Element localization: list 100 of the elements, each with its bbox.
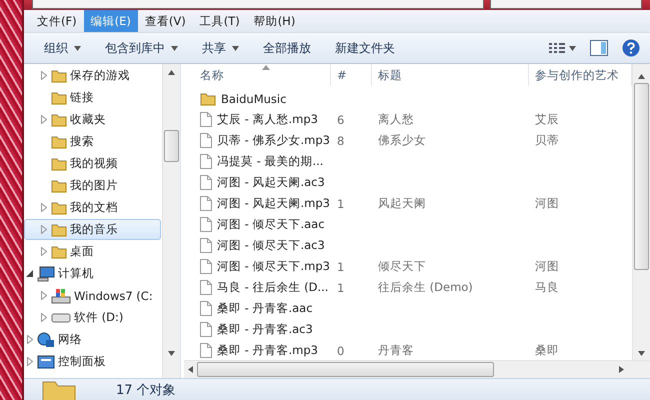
file-name-cell[interactable]: BaiduMusic (184, 92, 331, 106)
title-cell-text: 佛系少女 (377, 133, 427, 148)
column-header[interactable]: 名称 (184, 64, 331, 86)
search-field[interactable] (490, 0, 642, 9)
nav-tree-item[interactable]: Windows7 (C: (24, 285, 161, 306)
artist-cell-text: 河图 (534, 196, 560, 211)
caret-icon (569, 46, 576, 50)
file-name-cell[interactable]: 桑即 - 丹青客.aac (184, 301, 331, 316)
file-name-cell[interactable]: 贝蒂 - 佛系少女.mp3 (184, 133, 331, 148)
scroll-down-icon[interactable] (638, 351, 645, 356)
nav-tree-item[interactable]: 网络 (24, 329, 161, 350)
nav-label: 我的视频 (70, 156, 118, 171)
scrollbar[interactable] (632, 64, 650, 360)
nav-label: 保存的游戏 (70, 68, 130, 83)
artist-cell-text: 艾辰 (534, 112, 560, 127)
artist-cell-text: 河图 (534, 259, 560, 274)
file-name-cell[interactable]: 河图 - 倾尽天下.mp3 (184, 259, 331, 274)
scroll-down-icon[interactable] (168, 351, 175, 356)
drive-icon (51, 312, 71, 324)
artist-cell-text: 贝蒂 (534, 133, 560, 148)
toolbar-button[interactable]: 共享 (190, 33, 251, 63)
nav-tree-item[interactable]: 我的视频 (24, 153, 161, 174)
file-name-cell[interactable]: 桑即 - 丹青客.mp3 (184, 343, 331, 358)
item-count: 17 个对象 (116, 382, 176, 398)
nav-tree-item[interactable]: 收藏夹 (24, 109, 161, 130)
file-name-cell[interactable]: 桑即 - 丹青客.ac3 (184, 322, 331, 337)
toolbar-button[interactable]: 新建文件夹 (323, 33, 407, 63)
file-name-cell[interactable]: 马良 - 往后余生 (D... (184, 280, 331, 295)
nav-label: 桌面 (70, 244, 94, 259)
help-icon[interactable] (622, 39, 640, 57)
file-name-cell[interactable]: 河图 - 倾尽天下.ac3 (184, 238, 331, 253)
scroll-up-icon[interactable] (638, 74, 645, 79)
nav-label: 我的音乐 (70, 222, 118, 237)
column-header[interactable]: # (331, 64, 372, 86)
file-icon (200, 133, 212, 148)
file-name-cell[interactable]: 河图 - 风起天阑.ac3 (184, 175, 331, 190)
nav-label: 计算机 (58, 266, 94, 281)
file-icon (200, 301, 212, 316)
title-cell-text: 风起天阑 (377, 196, 427, 211)
file-icon (200, 217, 212, 232)
toolbar-button[interactable]: 组织 (32, 33, 93, 63)
nav-label: 控制面板 (58, 354, 106, 369)
scroll-left-icon[interactable] (188, 366, 193, 373)
track-number-cell-text: 1 (336, 280, 346, 294)
toolbar-button[interactable]: 包含到库中 (93, 33, 190, 63)
caret-icon (171, 46, 178, 50)
nav-label: 网络 (58, 332, 82, 347)
menu-item[interactable]: 查看(V) (138, 10, 193, 32)
view-options-button[interactable] (549, 42, 576, 54)
title-cell-text: 倾尽天下 (377, 259, 427, 274)
folder-icon (51, 134, 67, 148)
nav-tree-item[interactable]: 链接 (24, 87, 161, 108)
list-view-icon (549, 42, 565, 54)
file-icon (200, 154, 212, 169)
file-name-cell[interactable]: 河图 - 风起天阑.mp3 (184, 196, 331, 211)
computer-icon (37, 266, 55, 282)
nav-label: 收藏夹 (70, 112, 106, 127)
nav-tree-item[interactable]: 桌面 (24, 241, 161, 262)
track-number-cell-text: 1 (336, 196, 346, 210)
address-bar[interactable] (32, 0, 484, 9)
file-icon (200, 343, 212, 358)
caret-icon (74, 46, 81, 50)
horizontal-scrollbar[interactable] (184, 360, 650, 378)
menu-item[interactable]: 工具(T) (192, 10, 247, 32)
expand-arrow-icon[interactable] (25, 270, 34, 277)
preview-pane-icon[interactable] (590, 40, 608, 56)
nav-tree-item[interactable]: 搜索 (24, 131, 161, 152)
scroll-thumb[interactable] (197, 362, 494, 377)
folder-icon (51, 244, 67, 258)
scroll-right-icon[interactable] (619, 366, 624, 373)
nav-tree-item[interactable]: 控制面板 (24, 351, 161, 372)
nav-tree-item[interactable]: 计算机 (24, 263, 161, 284)
scrollbar[interactable] (162, 64, 180, 378)
file-icon (200, 196, 212, 211)
menu-item[interactable]: 文件(F) (30, 10, 84, 32)
nav-tree-item[interactable]: 我的音乐 (24, 219, 161, 240)
panel-icon (37, 354, 55, 368)
network-icon (37, 332, 55, 348)
nav-tree-item[interactable]: 我的图片 (24, 175, 161, 196)
toolbar-button[interactable]: 全部播放 (251, 33, 323, 63)
file-name-cell[interactable]: 河图 - 倾尽天下.aac (184, 217, 331, 232)
menu-item[interactable]: 帮助(H) (246, 10, 302, 32)
artist-cell-text: 马良 (534, 280, 560, 295)
folder-icon (51, 156, 67, 170)
column-header[interactable]: 标题 (372, 64, 529, 86)
file-icon (200, 280, 212, 295)
nav-tree-item[interactable]: 软件 (D:) (24, 307, 161, 328)
system-drive-icon (51, 288, 71, 304)
scroll-up-icon[interactable] (168, 70, 175, 75)
file-name-cell[interactable]: 冯提莫 - 最美的期... (184, 154, 331, 169)
scroll-thumb[interactable] (634, 83, 649, 270)
file-icon (200, 259, 212, 274)
scroll-thumb[interactable] (164, 130, 179, 162)
folder-icon (51, 68, 67, 82)
nav-tree-item[interactable]: 我的文档 (24, 197, 161, 218)
folder-icon (51, 112, 67, 126)
nav-tree-item[interactable]: 保存的游戏 (24, 65, 161, 86)
file-icon (200, 322, 212, 337)
file-name-cell[interactable]: 艾辰 - 离人愁.mp3 (184, 112, 331, 127)
nav-label: 我的文档 (70, 200, 118, 215)
